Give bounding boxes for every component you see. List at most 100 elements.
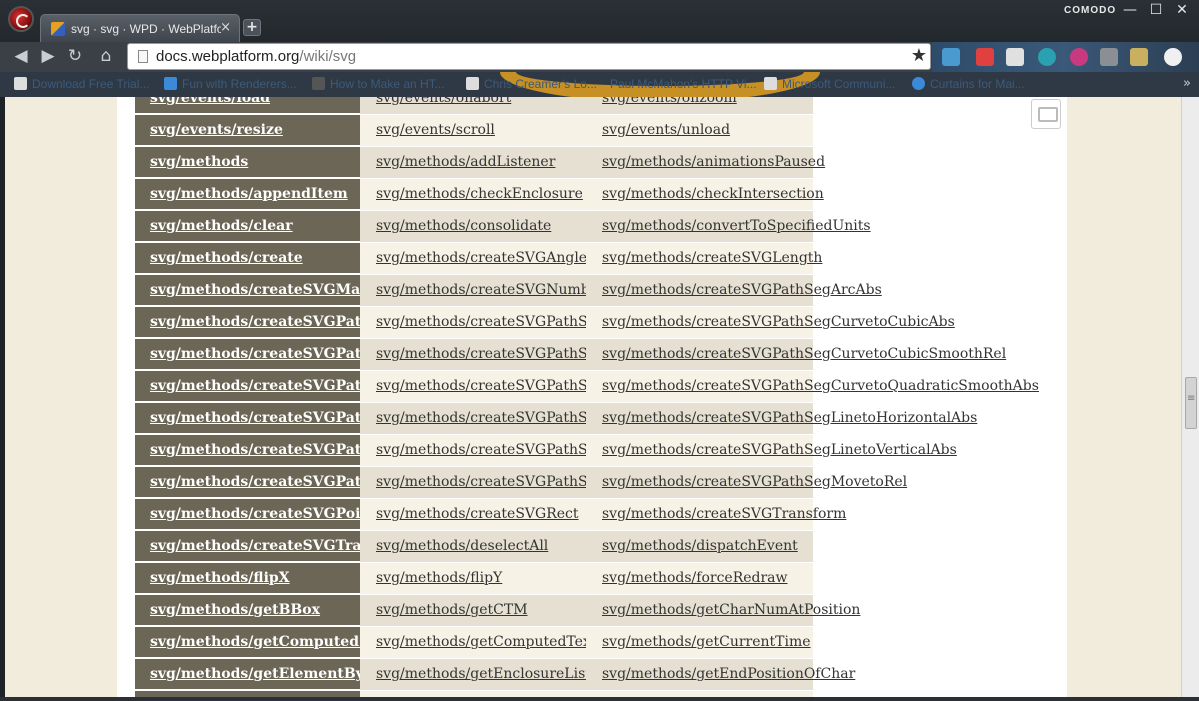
row-header-link[interactable]: svg/methods/appendItem (150, 186, 348, 202)
vertical-scrollbar[interactable] (1181, 97, 1199, 697)
api-link[interactable]: svg/methods/createSVGPathSegLinetoVertic… (602, 442, 957, 458)
table-row: svg/methods/createSVGTransformFromMatrix… (135, 531, 813, 563)
brand-label: COMODO (1064, 5, 1117, 16)
api-link[interactable]: svg/methods/getCurrentTime (602, 634, 811, 650)
api-link[interactable]: svg/methods/getEndPositionOfChar (602, 666, 855, 682)
api-link[interactable]: svg/methods/createSVGPathSegCurvetoCubic… (602, 314, 955, 330)
sync-icon[interactable] (1038, 48, 1056, 66)
table-row: svg/events/load svg/events/onabort svg/eve… (135, 97, 813, 115)
api-link[interactable]: svg/methods/createSVGTransform (602, 506, 846, 522)
api-link[interactable]: svg/methods/createSVGLength (602, 250, 822, 266)
row-header-link[interactable]: svg/methods/getElementById (150, 666, 380, 682)
extension-icon[interactable] (942, 48, 960, 66)
api-link[interactable]: svg/methods/createSVGPathSegCurvetoCubic… (602, 346, 1006, 362)
title-bar: svg · svg · WPD · WebPlatfo × + COMODO —… (0, 0, 1199, 42)
api-link[interactable]: svg/methods/createSVGPathSegMovetoRel (602, 474, 907, 490)
row-header-link[interactable]: svg/methods (150, 154, 248, 170)
maximize-button[interactable]: ☐ (1145, 2, 1167, 18)
table-cell: svg/methods/checkIntersection (586, 179, 824, 210)
api-link[interactable]: svg/methods/getCTM (376, 602, 528, 618)
row-header-cell: svg/methods/appendItem (135, 179, 360, 210)
api-link[interactable]: svg/events/unload (602, 122, 730, 138)
bookmark-item[interactable]: Fun with Renderers... (164, 77, 297, 91)
api-link[interactable]: svg/methods/getCharNumAtPosition (602, 602, 860, 618)
bookmark-item[interactable]: Chris Creamer's Lo... (466, 77, 597, 91)
row-header-link[interactable]: svg/methods/createSVGMatrix (150, 282, 388, 298)
reload-icon[interactable]: ↻ (64, 46, 86, 66)
browser-logo-icon[interactable] (8, 6, 34, 32)
settings-icon[interactable] (1164, 48, 1182, 66)
forward-icon[interactable]: ▶ (37, 46, 59, 66)
table-cell: svg/methods/deselectAll (360, 531, 586, 562)
bookmark-label: Fun with Renderers... (182, 77, 297, 91)
table-cell: svg/methods/createSVGPathSegCurvetoCubic… (586, 339, 1006, 370)
api-link[interactable]: svg/methods/deselectAll (376, 538, 548, 554)
color-picker-icon[interactable] (1070, 48, 1088, 66)
bookmark-item[interactable]: Download Free Trial... (14, 77, 149, 91)
table-row: svg/methods/createSVGPathSegLinetoAbs svg… (135, 403, 977, 435)
table-row: svg/methods/clear svg/methods/consolidate… (135, 211, 871, 243)
ie-tab-icon[interactable] (1006, 48, 1024, 66)
table-row: svg/methods/createSVGPathSegLinetoRel svg… (135, 435, 957, 467)
row-header-link[interactable]: svg/methods/flipX (150, 570, 290, 586)
api-link[interactable]: svg/methods/checkEnclosure (376, 186, 583, 202)
api-link[interactable]: svg/methods/checkIntersection (602, 186, 824, 202)
api-link[interactable]: svg/methods/createSVGNumber (376, 282, 605, 298)
table-cell: svg/methods/getCTM (360, 595, 586, 626)
row-header-link[interactable]: svg/events/load (150, 97, 270, 106)
api-link[interactable]: svg/methods/createSVGRect (376, 506, 579, 522)
minimize-button[interactable]: — (1119, 2, 1141, 18)
notifications-icon[interactable] (976, 48, 994, 66)
api-link[interactable]: svg/methods/createSVGPathSegCurvetoQuadr… (602, 378, 1039, 394)
api-link[interactable]: svg/methods/flipY (376, 570, 502, 586)
row-header-link[interactable]: svg/methods/create (150, 250, 303, 266)
new-tab-button[interactable]: + (243, 19, 261, 36)
api-link[interactable]: svg/events/scroll (376, 122, 495, 138)
tab-svg[interactable]: svg · svg · WPD · WebPlatfo × (40, 14, 240, 42)
table-cell: svg/methods/createSVGPathSegMovetoAbs (360, 467, 684, 498)
row-header-cell: svg/methods/createSVGPathSegCurvetoQuadr… (135, 371, 568, 402)
api-link[interactable]: svg/events/onzoom (602, 97, 737, 106)
bookmark-favicon-icon (764, 77, 777, 90)
table-cell: svg/methods/createSVGPathSegLinetoVertic… (586, 435, 957, 466)
row-header-link[interactable]: svg/methods/getBBox (150, 602, 320, 618)
table-row: svg/methods/getElementById svg/methods/ge… (135, 659, 855, 691)
feedback-icon[interactable] (1031, 99, 1061, 129)
table-cell: svg/methods/createSVGPathSegCurvetoCubic… (360, 339, 783, 370)
api-link[interactable]: svg/methods/convertToSpecifiedUnits (602, 218, 871, 234)
bookmark-star-icon[interactable]: ★ (911, 45, 927, 66)
api-link[interactable]: svg/methods/getEnclosureList (376, 666, 591, 682)
home-icon[interactable]: ⌂ (95, 46, 117, 66)
table-cell: svg/methods/forceRedraw (586, 563, 813, 594)
row-header-link[interactable]: svg/methods/createSVGPoint (150, 506, 377, 522)
page-viewport: svg/events/load svg/events/onabort svg/eve… (5, 97, 1181, 697)
table-row: svg/methods/appendItem svg/methods/checkE… (135, 179, 824, 211)
bookmarks-overflow-icon[interactable]: » (1183, 76, 1191, 91)
table-cell: svg/methods/getEnclosureList (360, 659, 591, 690)
api-link[interactable]: svg/methods/createSVGAngle (376, 250, 587, 266)
api-link[interactable]: svg/events/onabort (376, 97, 511, 106)
table-cell: svg/events/onzoom (586, 97, 813, 114)
tab-close-icon[interactable]: × (220, 21, 231, 35)
row-header-link[interactable]: svg/events/resize (150, 122, 283, 138)
tools-icon[interactable] (1100, 48, 1118, 66)
bookmark-item[interactable]: Curtains for Mai... (912, 77, 1025, 91)
row-header-cell: svg/methods (135, 147, 360, 178)
api-link[interactable]: svg/methods/animationsPaused (602, 154, 825, 170)
bookmark-item[interactable]: Microsoft Communi... (764, 77, 895, 91)
close-button[interactable]: ✕ (1171, 2, 1193, 18)
api-link[interactable]: svg/methods/consolidate (376, 218, 551, 234)
api-link[interactable]: svg/methods/forceRedraw (602, 570, 788, 586)
api-link[interactable]: svg/methods/createSVGPathSegLinetoHorizo… (602, 410, 977, 426)
table-cell: svg/methods/animationsPaused (586, 147, 825, 178)
scrollbar-thumb[interactable] (1185, 377, 1197, 429)
row-header-link[interactable]: svg/methods/clear (150, 218, 293, 234)
address-bar[interactable]: docs.webplatform.org/wiki/svg ★ (127, 43, 931, 70)
bookmark-item[interactable]: Paul McMahon's HTTP Vi... (610, 77, 757, 91)
back-icon[interactable]: ◀ (10, 46, 32, 66)
api-link[interactable]: svg/methods/dispatchEvent (602, 538, 798, 554)
api-link[interactable]: svg/methods/createSVGPathSegArcAbs (602, 282, 882, 298)
wand-icon[interactable] (1130, 48, 1148, 66)
api-link[interactable]: svg/methods/addListener (376, 154, 555, 170)
bookmark-item[interactable]: How to Make an HT... (312, 77, 445, 91)
